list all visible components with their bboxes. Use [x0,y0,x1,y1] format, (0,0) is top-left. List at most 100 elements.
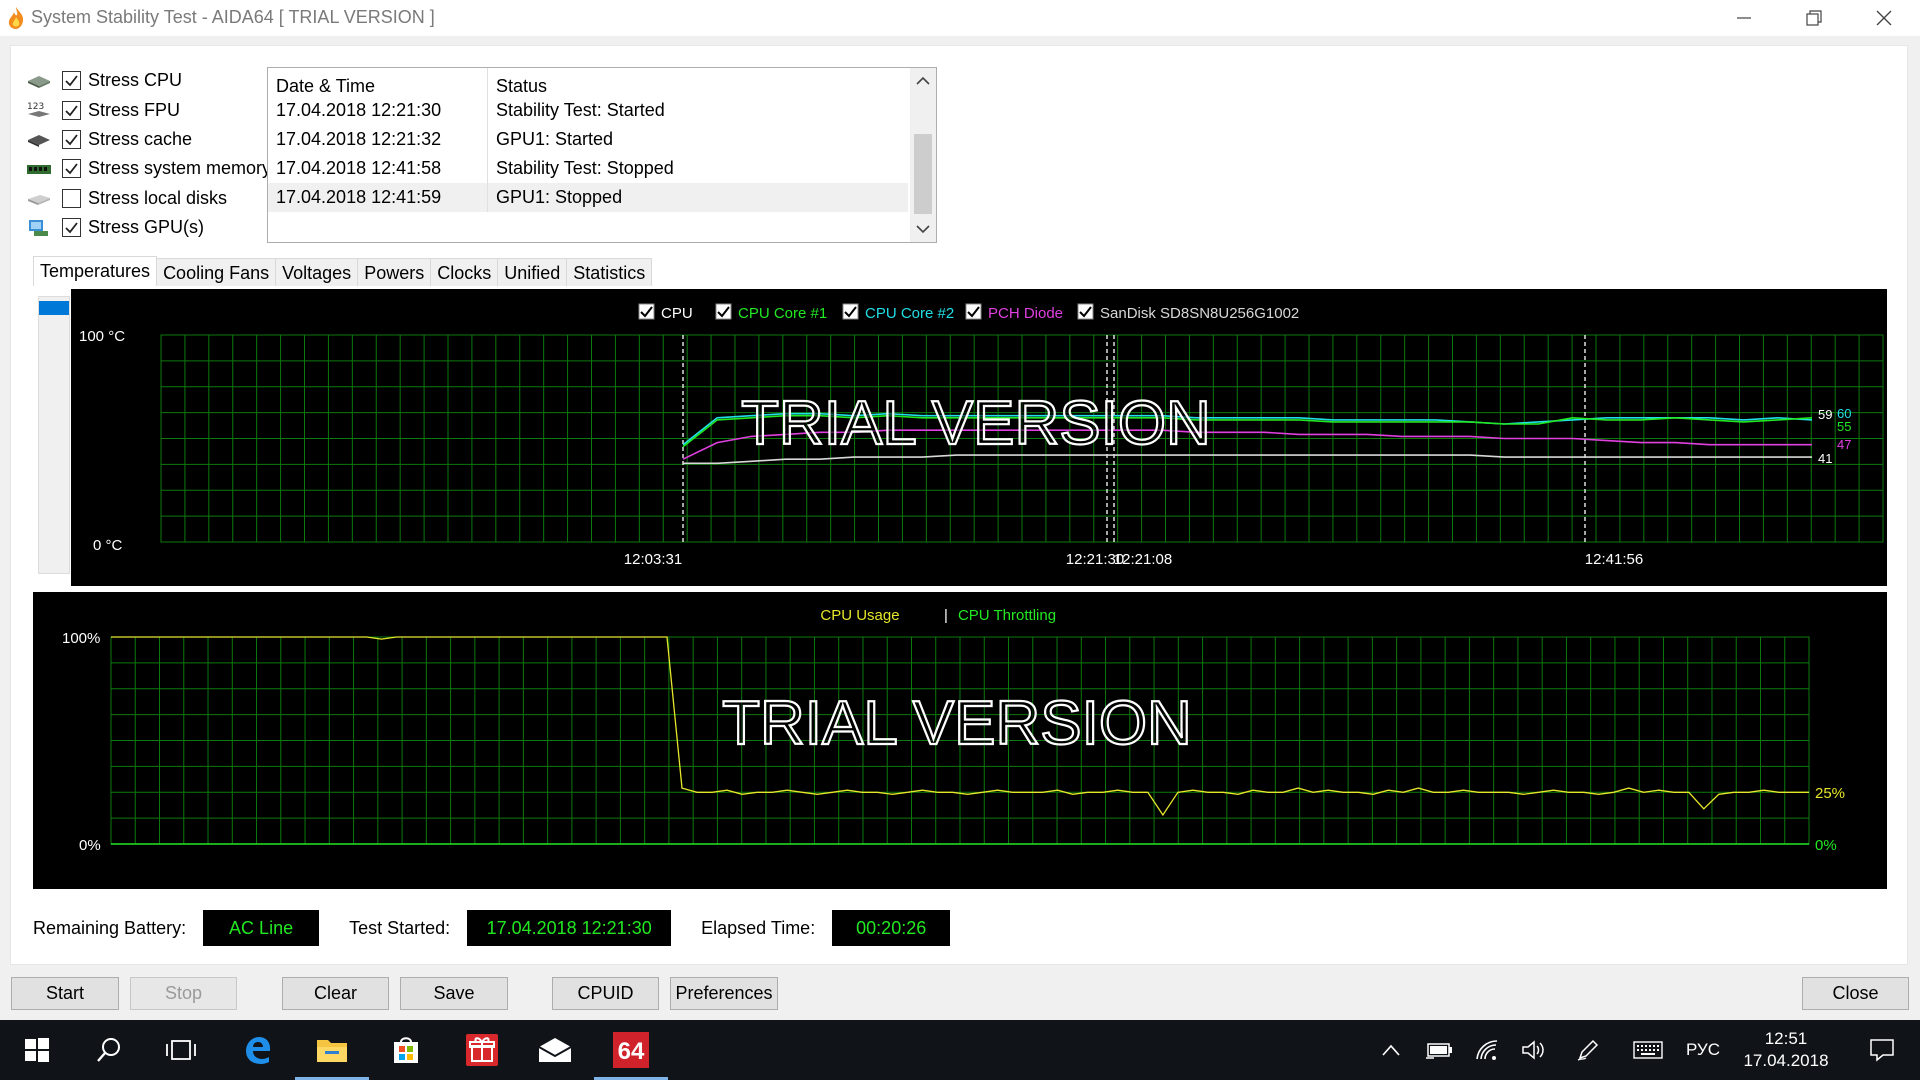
table-row[interactable]: 17.04.2018 12:41:59 GPU1: Stopped [268,183,908,212]
x-tick-label: 12:21:08 [1114,551,1172,568]
gpu-icon [26,218,52,238]
action-center-button[interactable] [1852,1020,1912,1080]
legend-label: CPU Core #1 [738,305,827,322]
start-button[interactable]: Start [11,977,119,1010]
battery-label: Remaining Battery: [33,917,187,938]
legend-checkbox [842,303,859,320]
tab-voltages[interactable]: Voltages [275,258,359,286]
temperature-chart: CPU CPU Core #1 CPU Core #2 PCH Diode SanDis… [71,289,1887,586]
stress-memory-label: Stress system memory [88,158,272,179]
minimize-icon [1737,17,1751,19]
stress-disks-option[interactable]: Stress local disks [26,184,266,213]
table-row[interactable]: 17.04.2018 12:21:30 Stability Test: Star… [268,96,908,125]
memory-icon [26,159,52,179]
temperature-sensor-scrollbar[interactable] [38,296,70,574]
file-explorer-button[interactable] [295,1020,369,1080]
tab-cooling-fans[interactable]: Cooling Fans [156,258,277,286]
save-button[interactable]: Save [400,977,508,1010]
mail-button[interactable] [518,1020,592,1080]
scroll-thumb[interactable] [914,134,932,214]
input-language-indicator[interactable]: РУС [1680,1020,1726,1080]
touch-keyboard-button[interactable] [1630,1020,1666,1080]
clock-time: 12:51 [1764,1029,1808,1048]
taskbar: 64 РУС 12:51 17.04.2018 [0,1020,1920,1080]
status-bar: Remaining Battery: AC Line Test Started:… [33,910,980,946]
stress-memory-option[interactable]: Stress system memory [26,154,271,183]
restore-button[interactable] [1784,0,1844,36]
y-axis-top-label: 100 °C [79,328,125,345]
stop-button[interactable]: Stop [130,977,237,1010]
stress-fpu-checkbox[interactable] [62,100,81,120]
tab-statistics[interactable]: Statistics [566,258,653,286]
start-menu-button[interactable] [0,1020,74,1080]
preferences-button[interactable]: Preferences [670,977,778,1010]
y-axis-bottom-label: 0% [79,837,101,854]
test-started-label: Test Started: [349,917,451,938]
chevron-up-icon [1382,1044,1400,1056]
battery-tray-button[interactable] [1421,1020,1457,1080]
close-button[interactable]: Close [1802,977,1909,1010]
folder-icon [317,1040,347,1062]
checkmark-icon [65,105,78,116]
edge-icon [246,1037,270,1064]
scroll-down-button[interactable] [914,220,932,238]
tab-temperatures[interactable]: Temperatures [33,256,158,286]
store-icon [394,1037,418,1063]
store-button[interactable] [369,1020,443,1080]
tab-powers[interactable]: Powers [357,258,432,286]
edge-browser-button[interactable] [220,1020,294,1080]
stress-cpu-checkbox[interactable] [62,71,81,91]
speaker-icon [1522,1040,1544,1060]
legend-label: SanDisk SD8SN8U256G1002 [1100,305,1299,322]
stress-cache-checkbox[interactable] [62,129,81,149]
row-datetime: 17.04.2018 12:41:59 [268,183,488,212]
temperature-chart-svg: CPU CPU Core #1 CPU Core #2 PCH Diode SanDis… [79,303,1884,568]
stress-cache-option[interactable]: Stress cache [26,125,266,154]
search-button[interactable] [72,1020,146,1080]
minimize-button[interactable] [1714,0,1774,36]
wifi-tray-button[interactable] [1469,1020,1505,1080]
taskbar-clock[interactable]: 12:51 17.04.2018 [1724,1028,1848,1072]
window-title: System Stability Test - AIDA64 [ TRIAL V… [31,7,435,27]
gift-icon [466,1034,498,1066]
cpu-icon [26,71,52,91]
stress-gpu-option[interactable]: Stress GPU(s) [26,213,266,242]
stress-disks-checkbox[interactable] [62,188,81,208]
task-view-button[interactable] [144,1020,218,1080]
legend-label: CPU Core #2 [865,305,954,322]
tab-clocks[interactable]: Clocks [430,258,499,286]
tray-overflow-button[interactable] [1376,1020,1406,1080]
gift-app-button[interactable] [445,1020,519,1080]
scroll-thumb[interactable] [39,301,69,315]
row-status: Stability Test: Stopped [496,158,674,178]
tab-unified[interactable]: Unified [497,258,568,286]
stress-memory-checkbox[interactable] [62,159,81,179]
volume-tray-button[interactable] [1516,1020,1552,1080]
fpu-icon: 123 [26,100,52,120]
scroll-up-button[interactable] [914,72,932,90]
keyboard-icon [1633,1041,1663,1059]
log-scrollbar[interactable] [910,68,936,242]
cpu-usage-chart-svg: CPU Usage | CPU Throttling 100% 0% 25% 0% TRIAL… [62,607,1845,854]
aida64-icon: 64 [613,1032,649,1068]
chevron-up-icon [916,76,930,85]
title-bar: System Stability Test - AIDA64 [ TRIAL V… [0,0,1920,36]
table-row[interactable]: 17.04.2018 12:21:32 GPU1: Started [268,125,908,154]
cpuid-button[interactable]: CPUID [552,977,659,1010]
pen-tray-button[interactable] [1570,1020,1606,1080]
stress-gpu-checkbox[interactable] [62,218,81,238]
task-view-icon [166,1040,196,1060]
legend-checkbox [1077,303,1094,320]
aida64-flame-icon [5,6,27,30]
notification-icon [1870,1039,1894,1062]
stress-gpu-label: Stress GPU(s) [88,217,205,238]
stress-cache-label: Stress cache [88,128,193,149]
event-log-table[interactable]: Date & Time Status 17.04.2018 12:21:30 S… [267,67,937,243]
close-window-button[interactable] [1854,0,1914,36]
table-row[interactable]: 17.04.2018 12:41:58 Stability Test: Stop… [268,154,908,183]
clear-button[interactable]: Clear [282,977,389,1010]
clock-date: 17.04.2018 [1743,1051,1829,1070]
stress-cpu-option[interactable]: Stress CPU [26,66,266,95]
stress-fpu-option[interactable]: 123 Stress FPU [26,95,266,124]
aida64-taskbar-button[interactable]: 64 [594,1020,668,1080]
